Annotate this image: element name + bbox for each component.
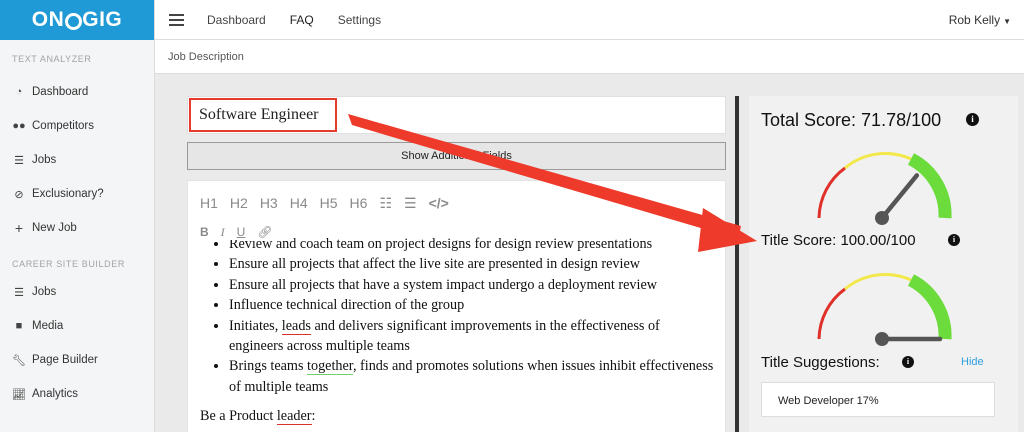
topnav-settings[interactable]: Settings xyxy=(338,13,381,27)
sidebar-item-jobs[interactable]: ☰ Jobs xyxy=(0,143,154,177)
sidebar-item-label: Exclusionary? xyxy=(32,188,104,200)
sidebar-item-page-builder[interactable]: 🔧︎ Page Builder xyxy=(0,343,154,377)
panel-divider[interactable] xyxy=(735,96,739,432)
sidebar-item-media[interactable]: ■ Media xyxy=(0,309,154,343)
total-score-gauge xyxy=(817,151,952,225)
job-title-field[interactable] xyxy=(187,96,726,134)
bullet-list-icon[interactable]: ☷ xyxy=(379,195,392,212)
title-suggestions-heading: Title Suggestions: xyxy=(761,354,880,371)
sidebar-item-new-job[interactable]: + New Job xyxy=(0,211,154,245)
breadcrumb-bar: Job Description xyxy=(155,40,1024,74)
positive-word[interactable]: together xyxy=(307,358,353,376)
users-icon: ●● xyxy=(12,120,26,132)
sidebar-item-dashboard[interactable]: ◔ Dashboard xyxy=(0,75,154,109)
sidebar-item-label: New Job xyxy=(32,222,77,234)
italic-icon[interactable]: I xyxy=(221,225,225,240)
title-score-gauge xyxy=(817,272,952,346)
gauge-hub xyxy=(875,332,889,346)
text-segment: Brings teams xyxy=(229,358,308,375)
ban-icon: ⊘ xyxy=(14,188,24,201)
list-item: Brings teams together, finds and promote… xyxy=(229,356,715,397)
list-item: Influence technical direction of the gro… xyxy=(229,295,715,315)
numbered-list-icon[interactable]: ☰ xyxy=(404,195,417,212)
editor-toolbar-format: B I U 🔗︎ xyxy=(200,225,291,240)
plus-icon: + xyxy=(14,220,24,236)
score-panel: Total Score: 71.78/100 i Title Score: 10… xyxy=(749,96,1018,432)
underline-icon[interactable]: U xyxy=(237,225,246,240)
h5-button[interactable]: H5 xyxy=(320,195,338,212)
title-annotation-box xyxy=(189,98,337,132)
video-icon: ■ xyxy=(15,320,23,332)
section-career-site-builder: CAREER SITE BUILDER xyxy=(12,259,125,269)
sidebar-item-exclusionary[interactable]: ⊘ Exclusionary? xyxy=(0,177,154,211)
user-menu[interactable]: Rob Kelly ▼ xyxy=(949,13,1011,27)
flagged-word[interactable]: leader xyxy=(276,408,312,426)
gauge-yellow-arc xyxy=(844,151,912,170)
h3-button[interactable]: H3 xyxy=(260,195,278,212)
list-item: Initiates, leads and delivers significan… xyxy=(229,316,715,357)
paragraph: Be a Product leader: xyxy=(200,406,715,426)
sidebar-item-label: Jobs xyxy=(32,286,57,298)
title-suggestion-item[interactable]: Web Developer 17% xyxy=(761,382,995,417)
sidebar-item-label: Page Builder xyxy=(32,354,98,366)
sidebar-item-label: Analytics xyxy=(32,388,79,400)
responsibilities-list: Review and coach team on project designs… xyxy=(200,234,715,397)
info-icon[interactable]: i xyxy=(966,113,979,126)
sidebar-item-label: Jobs xyxy=(32,154,57,166)
text-segment: : xyxy=(311,408,316,425)
hide-suggestions-link[interactable]: Hide xyxy=(961,356,984,368)
section-text-analyzer: TEXT ANALYZER xyxy=(12,54,92,64)
text-segment: Be a Product xyxy=(200,408,277,425)
info-icon[interactable]: i xyxy=(902,356,914,368)
info-icon[interactable]: i xyxy=(948,234,960,246)
gauge-hub xyxy=(875,211,889,225)
gauge-icon: ◔ xyxy=(15,86,23,98)
h4-button[interactable]: H4 xyxy=(290,195,308,212)
h6-button[interactable]: H6 xyxy=(350,195,368,212)
list-item: Review and coach team on project designs… xyxy=(229,234,715,254)
gauge-green-arc xyxy=(907,153,952,219)
sidebar-item-label: Dashboard xyxy=(32,86,89,98)
user-name: Rob Kelly xyxy=(948,12,1001,27)
h2-button[interactable]: H2 xyxy=(230,195,248,212)
topnav-faq[interactable]: FAQ xyxy=(290,13,314,27)
topnav-dashboard[interactable]: Dashboard xyxy=(207,13,266,27)
app-root: ON GIG TEXT ANALYZER ◔ Dashboard ●● Compe… xyxy=(0,0,1024,432)
h1-button[interactable]: H1 xyxy=(200,195,218,212)
hamburger-menu-icon[interactable] xyxy=(169,13,184,26)
gauge-red-arc xyxy=(817,166,846,219)
wrench-icon: 🔧︎ xyxy=(12,354,26,367)
title-score: Title Score: 100.00/100 xyxy=(761,232,916,249)
description-editor[interactable]: H1 H2 H3 H4 H5 H6 ☷ ☰ </> B I U 🔗︎ Revie… xyxy=(187,180,726,432)
gauge-green-arc xyxy=(907,274,952,340)
ongig-logo[interactable]: ON GIG xyxy=(0,0,154,40)
gauge-red-arc xyxy=(817,287,846,340)
sidebar-item-label: Media xyxy=(32,320,64,332)
editor-toolbar: H1 H2 H3 H4 H5 H6 ☷ ☰ </> xyxy=(200,195,461,212)
sidebar-item-csb-jobs[interactable]: ☰ Jobs xyxy=(0,275,154,309)
text-segment: Initiates, xyxy=(229,317,282,334)
sidebar-item-competitors[interactable]: ●● Competitors xyxy=(0,109,154,143)
list-icon: ☰ xyxy=(14,154,24,167)
link-icon[interactable]: 🔗︎ xyxy=(257,225,272,240)
list-icon: ☰ xyxy=(14,286,24,299)
total-score: Total Score: 71.78/100 xyxy=(761,110,942,130)
sidebar-item-analytics[interactable]: 📈︎ Analytics xyxy=(0,377,154,411)
gauge-needle xyxy=(879,173,920,221)
list-item: Ensure all projects that have a system i… xyxy=(229,275,715,295)
sidebar: ON GIG TEXT ANALYZER ◔ Dashboard ●● Compe… xyxy=(0,0,155,432)
caret-down-icon: ▼ xyxy=(1003,16,1011,26)
top-bar: Dashboard FAQ Settings Rob Kelly ▼ xyxy=(155,0,1024,40)
bold-icon[interactable]: B xyxy=(200,225,209,240)
show-additional-fields-button[interactable]: Show Additional Fields xyxy=(187,142,726,170)
breadcrumb: Job Description xyxy=(168,51,244,63)
chart-icon: 📈︎ xyxy=(12,388,26,401)
code-icon[interactable]: </> xyxy=(429,195,449,212)
gauge-yellow-arc xyxy=(844,272,912,291)
flagged-word[interactable]: leads xyxy=(281,317,311,335)
sidebar-item-label: Competitors xyxy=(32,120,94,132)
editor-content[interactable]: Review and coach team on project designs… xyxy=(200,234,715,427)
list-item: Ensure all projects that affect the live… xyxy=(229,254,715,274)
